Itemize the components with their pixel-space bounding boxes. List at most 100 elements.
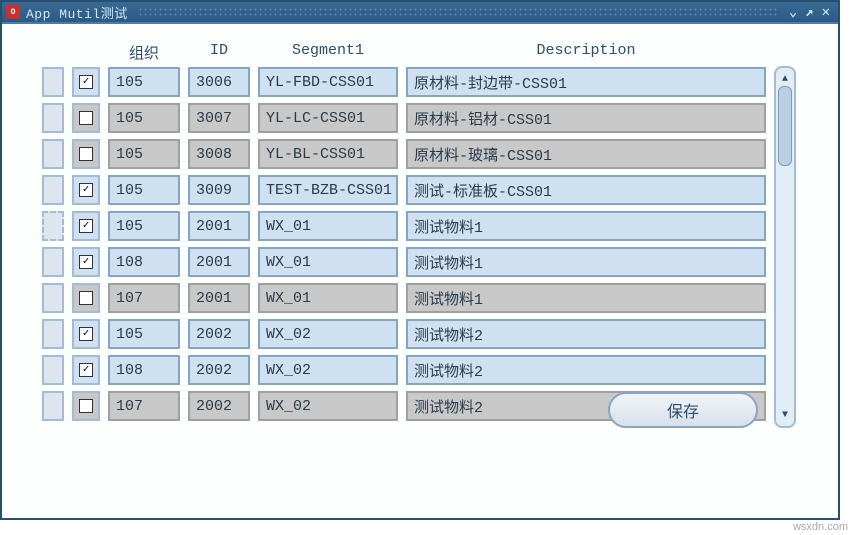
cell-description[interactable]: 原材料-铝材-CSS01 [406,103,766,133]
checkbox-cell[interactable]: ✓ [72,355,100,385]
cell-id[interactable]: 2001 [188,283,250,313]
row-indicator[interactable] [42,283,64,313]
cell-segment[interactable]: WX_02 [258,319,398,349]
checkbox-cell[interactable]: ✓ [72,247,100,277]
cell-segment[interactable]: WX_02 [258,355,398,385]
cell-org[interactable]: 105 [108,139,180,169]
titlebar-spacer [138,7,779,17]
cell-description[interactable]: 测试物料2 [406,355,766,385]
column-headers: 组织 ID Segment1 Description [42,42,766,63]
table-row[interactable]: ✓ 105 3009 TEST-BZB-CSS01 测试-标准板-CSS01 [42,175,766,205]
scroll-track[interactable] [778,86,792,408]
checkbox-cell[interactable] [72,283,100,313]
scroll-thumb[interactable] [778,86,792,166]
row-checkbox[interactable]: ✓ [79,183,93,197]
cell-segment[interactable]: YL-BL-CSS01 [258,139,398,169]
maximize-icon[interactable]: ↗ [805,4,813,21]
cell-org[interactable]: 105 [108,211,180,241]
cell-description[interactable]: 测试物料1 [406,211,766,241]
cell-segment[interactable]: WX_01 [258,283,398,313]
minimize-icon[interactable]: ⌄ [789,4,797,21]
cell-org[interactable]: 108 [108,355,180,385]
cell-id[interactable]: 2001 [188,211,250,241]
cell-segment[interactable]: YL-FBD-CSS01 [258,67,398,97]
table-row[interactable]: ✓ 105 2002 WX_02 测试物料2 [42,319,766,349]
row-indicator[interactable] [42,175,64,205]
table-row[interactable]: ✓ 108 2001 WX_01 测试物料1 [42,247,766,277]
grid-wrap: 组织 ID Segment1 Description ✓ 105 3006 YL-FB… [42,42,813,428]
cell-id[interactable]: 2002 [188,319,250,349]
checkbox-cell[interactable] [72,391,100,421]
cell-org[interactable]: 105 [108,319,180,349]
content-area: 组织 ID Segment1 Description ✓ 105 3006 YL-FB… [2,24,838,438]
cell-description[interactable]: 原材料-封边带-CSS01 [406,67,766,97]
row-checkbox[interactable] [79,399,93,413]
cell-description[interactable]: 测试-标准板-CSS01 [406,175,766,205]
scroll-down-icon[interactable]: ▼ [778,408,792,422]
checkbox-cell[interactable] [72,139,100,169]
header-id: ID [188,42,250,63]
checkbox-cell[interactable]: ✓ [72,211,100,241]
app-window: O App Mutil测试 ⌄ ↗ ✕ 组织 ID Segment1 Descr… [0,0,840,520]
cell-org[interactable]: 107 [108,283,180,313]
checkbox-cell[interactable]: ✓ [72,175,100,205]
cell-org[interactable]: 108 [108,247,180,277]
checkbox-cell[interactable] [72,103,100,133]
cell-segment[interactable]: YL-LC-CSS01 [258,103,398,133]
cell-segment[interactable]: WX_02 [258,391,398,421]
header-segment: Segment1 [258,42,398,63]
row-checkbox[interactable]: ✓ [79,219,93,233]
table-row[interactable]: 105 3008 YL-BL-CSS01 原材料-玻璃-CSS01 [42,139,766,169]
data-grid: 组织 ID Segment1 Description ✓ 105 3006 YL-FB… [42,42,766,428]
row-indicator[interactable] [42,319,64,349]
row-indicator[interactable] [42,355,64,385]
cell-segment[interactable]: TEST-BZB-CSS01 [258,175,398,205]
watermark: wsxdn.com [793,521,848,533]
row-indicator[interactable] [42,211,64,241]
row-checkbox[interactable]: ✓ [79,75,93,89]
cell-id[interactable]: 2001 [188,247,250,277]
vertical-scrollbar[interactable]: ▲ ▼ [774,66,796,428]
cell-id[interactable]: 2002 [188,355,250,385]
save-button[interactable]: 保存 [608,392,758,428]
row-checkbox[interactable] [79,291,93,305]
row-checkbox[interactable]: ✓ [79,363,93,377]
cell-id[interactable]: 3006 [188,67,250,97]
checkbox-cell[interactable]: ✓ [72,319,100,349]
cell-description[interactable]: 原材料-玻璃-CSS01 [406,139,766,169]
cell-description[interactable]: 测试物料2 [406,319,766,349]
row-indicator[interactable] [42,67,64,97]
table-row[interactable]: ✓ 105 2001 WX_01 测试物料1 [42,211,766,241]
row-indicator[interactable] [42,391,64,421]
cell-id[interactable]: 3008 [188,139,250,169]
row-indicator[interactable] [42,247,64,277]
scroll-up-icon[interactable]: ▲ [778,72,792,86]
cell-segment[interactable]: WX_01 [258,211,398,241]
cell-segment[interactable]: WX_01 [258,247,398,277]
cell-org[interactable]: 105 [108,67,180,97]
row-checkbox[interactable]: ✓ [79,255,93,269]
table-row[interactable]: ✓ 108 2002 WX_02 测试物料2 [42,355,766,385]
cell-description[interactable]: 测试物料1 [406,283,766,313]
row-checkbox[interactable] [79,147,93,161]
checkbox-cell[interactable]: ✓ [72,67,100,97]
header-description: Description [406,42,766,63]
cell-org[interactable]: 105 [108,175,180,205]
table-row[interactable]: ✓ 105 3006 YL-FBD-CSS01 原材料-封边带-CSS01 [42,67,766,97]
close-icon[interactable]: ✕ [822,4,830,21]
cell-id[interactable]: 2002 [188,391,250,421]
rows-container: ✓ 105 3006 YL-FBD-CSS01 原材料-封边带-CSS01 105 3007… [42,67,766,421]
cell-id[interactable]: 3009 [188,175,250,205]
window-title: App Mutil测试 [26,3,128,22]
row-indicator[interactable] [42,139,64,169]
row-indicator[interactable] [42,103,64,133]
cell-org[interactable]: 107 [108,391,180,421]
cell-id[interactable]: 3007 [188,103,250,133]
row-checkbox[interactable] [79,111,93,125]
table-row[interactable]: 105 3007 YL-LC-CSS01 原材料-铝材-CSS01 [42,103,766,133]
title-bar[interactable]: O App Mutil测试 ⌄ ↗ ✕ [2,2,838,24]
cell-description[interactable]: 测试物料1 [406,247,766,277]
table-row[interactable]: 107 2001 WX_01 测试物料1 [42,283,766,313]
cell-org[interactable]: 105 [108,103,180,133]
row-checkbox[interactable]: ✓ [79,327,93,341]
